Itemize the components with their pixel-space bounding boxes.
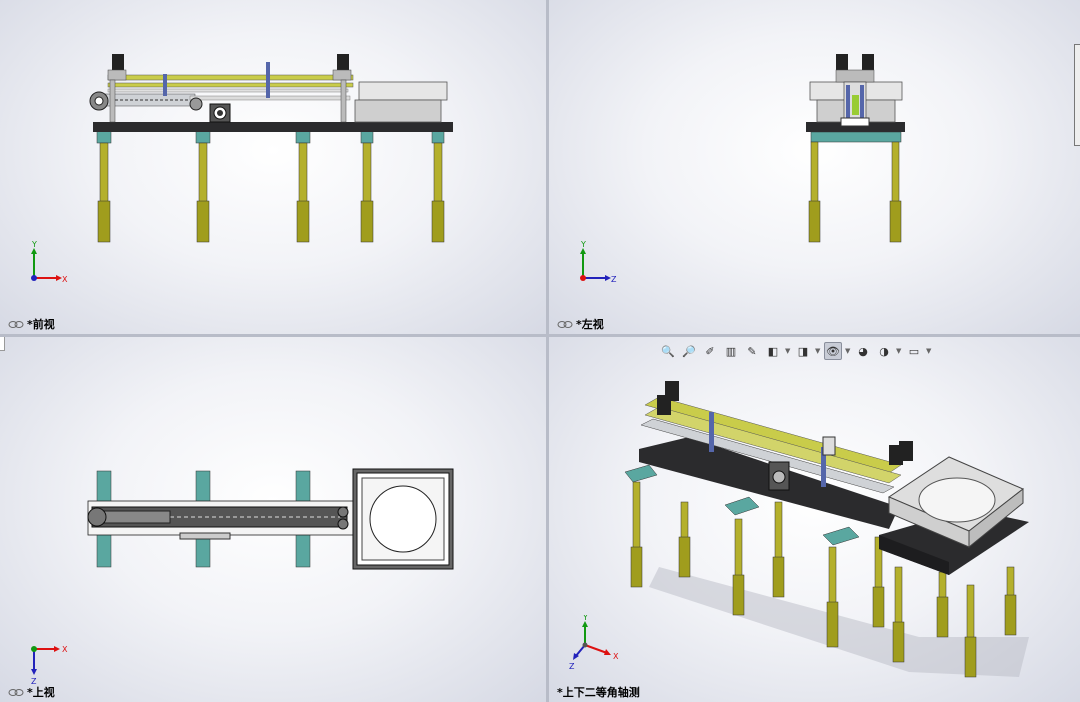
viewport-name-top: *上视 [27, 686, 55, 699]
link-icon [557, 320, 573, 329]
viewport-name-front: *前视 [27, 318, 55, 331]
svg-text:X: X [62, 645, 68, 654]
viewport-label-iso: *上下二等角轴测 [557, 684, 640, 700]
axis-triad-left: Y Z [580, 240, 617, 284]
viewport-splitter-vertical[interactable] [546, 0, 549, 702]
axis-triad-iso: Y X Z [569, 615, 619, 671]
link-icon [8, 688, 24, 697]
svg-text:Y: Y [582, 615, 588, 622]
hopper [358, 81, 448, 101]
viewport-label-top: *上视 [8, 684, 55, 700]
axis-triad-front: Y X [31, 240, 68, 284]
legs [96, 130, 445, 243]
left-panel-tab[interactable] [0, 337, 5, 351]
rail-upper [107, 74, 354, 81]
svg-text:X: X [62, 275, 68, 284]
viewport-isometric[interactable]: 🔍 🔎 ✐ ▥ ✎ ◧ ▼ ◨ ▼ 👁 ▼ ◕ ◑ ▼ ▭ ▼ Y X Z *上… [549, 337, 1080, 702]
viewport-label-left: *左视 [557, 316, 604, 332]
side-panel-tab[interactable] [1074, 44, 1080, 146]
viewport-name-iso: *上下二等角轴测 [557, 686, 640, 699]
svg-text:Z: Z [611, 275, 617, 284]
svg-text:Y: Y [31, 240, 37, 249]
top-view-model [87, 468, 454, 570]
viewport-splitter-horizontal[interactable] [0, 334, 1080, 337]
viewport-left[interactable]: Y Z *左视 [549, 0, 1080, 334]
svg-text:Y: Y [580, 240, 586, 249]
viewport-top[interactable]: X Z *上视 [0, 337, 546, 702]
viewport-name-left: *左视 [576, 318, 604, 331]
front-view-model [89, 54, 453, 243]
svg-text:Z: Z [569, 662, 575, 671]
left-view-model [806, 54, 905, 243]
axis-triad-top: X Z [31, 645, 68, 685]
svg-text:X: X [613, 652, 619, 661]
link-icon [8, 320, 24, 329]
viewport-label-front: *前视 [8, 316, 55, 332]
viewport-front[interactable]: Y X *前视 [0, 0, 546, 334]
base-plate [93, 122, 453, 132]
